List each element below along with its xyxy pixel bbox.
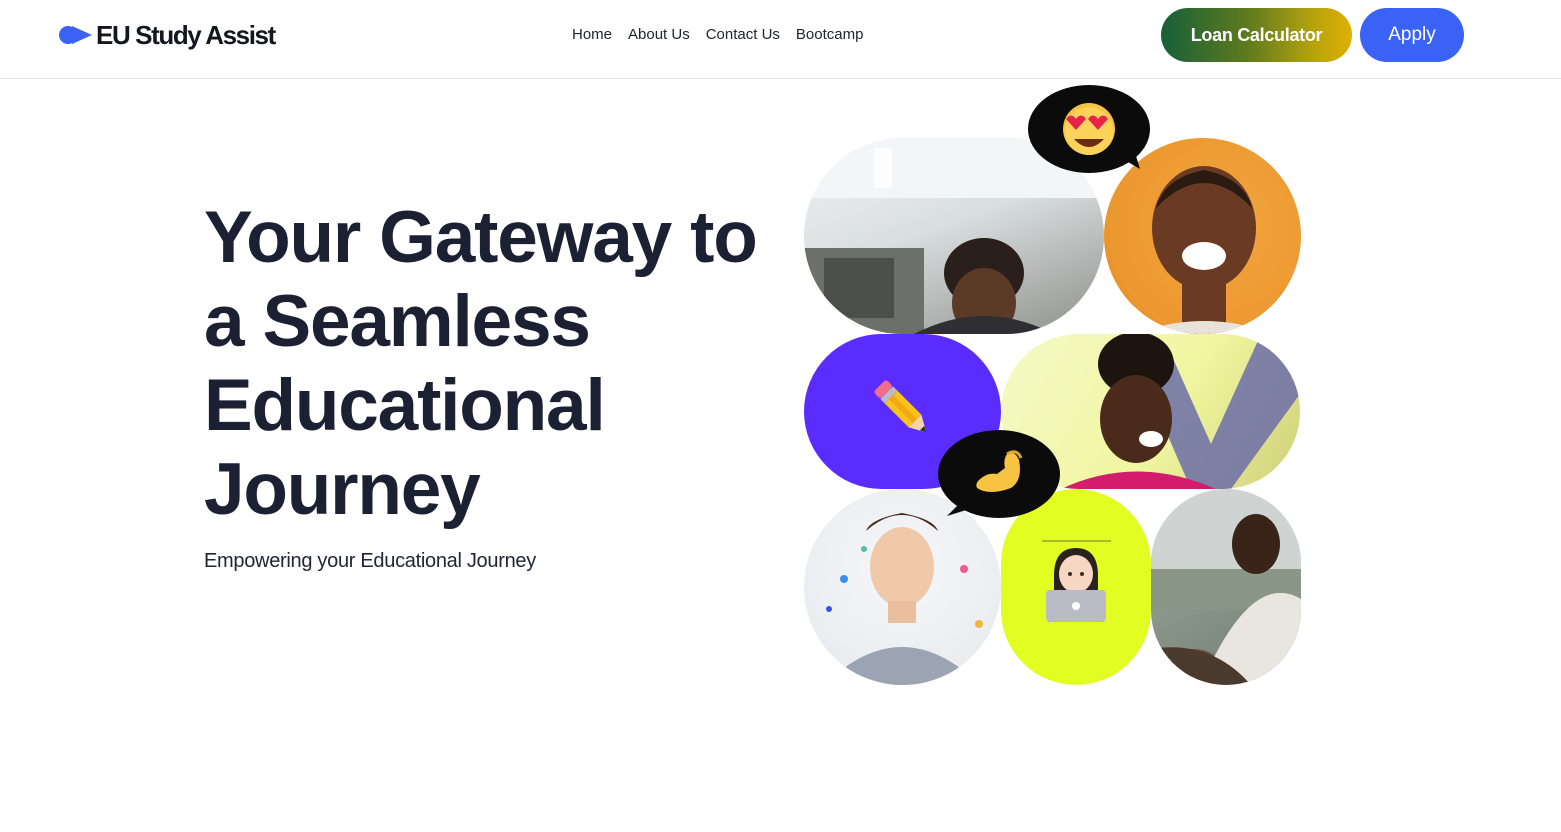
- heart-eyes-speech-bubble: [1028, 85, 1152, 178]
- hero-subtitle: Empowering your Educational Journey: [204, 550, 536, 572]
- site-header: EU Study Assist Home About Us Contact Us…: [0, 0, 1561, 79]
- hero-title: Your Gateway to a Seamless Educational J…: [204, 197, 758, 530]
- apply-button[interactable]: Apply: [1360, 8, 1464, 62]
- nav-about-us[interactable]: About Us: [628, 26, 690, 43]
- site-logo[interactable]: EU Study Assist: [58, 19, 276, 50]
- loan-calculator-button[interactable]: Loan Calculator: [1161, 8, 1352, 62]
- man-outdoors-photo: [1151, 489, 1301, 685]
- logo-icon: [58, 24, 94, 46]
- pencil-icon: [866, 372, 940, 449]
- pinched-hand-speech-bubble: [937, 430, 1061, 523]
- main-nav: Home About Us Contact Us Bootcamp: [572, 26, 863, 43]
- woman-technologist-icon: [1040, 544, 1112, 625]
- nav-contact-us[interactable]: Contact Us: [706, 26, 780, 43]
- logo-text: EU Study Assist: [96, 19, 276, 50]
- nav-home[interactable]: Home: [572, 26, 612, 43]
- nav-bootcamp[interactable]: Bootcamp: [796, 26, 864, 43]
